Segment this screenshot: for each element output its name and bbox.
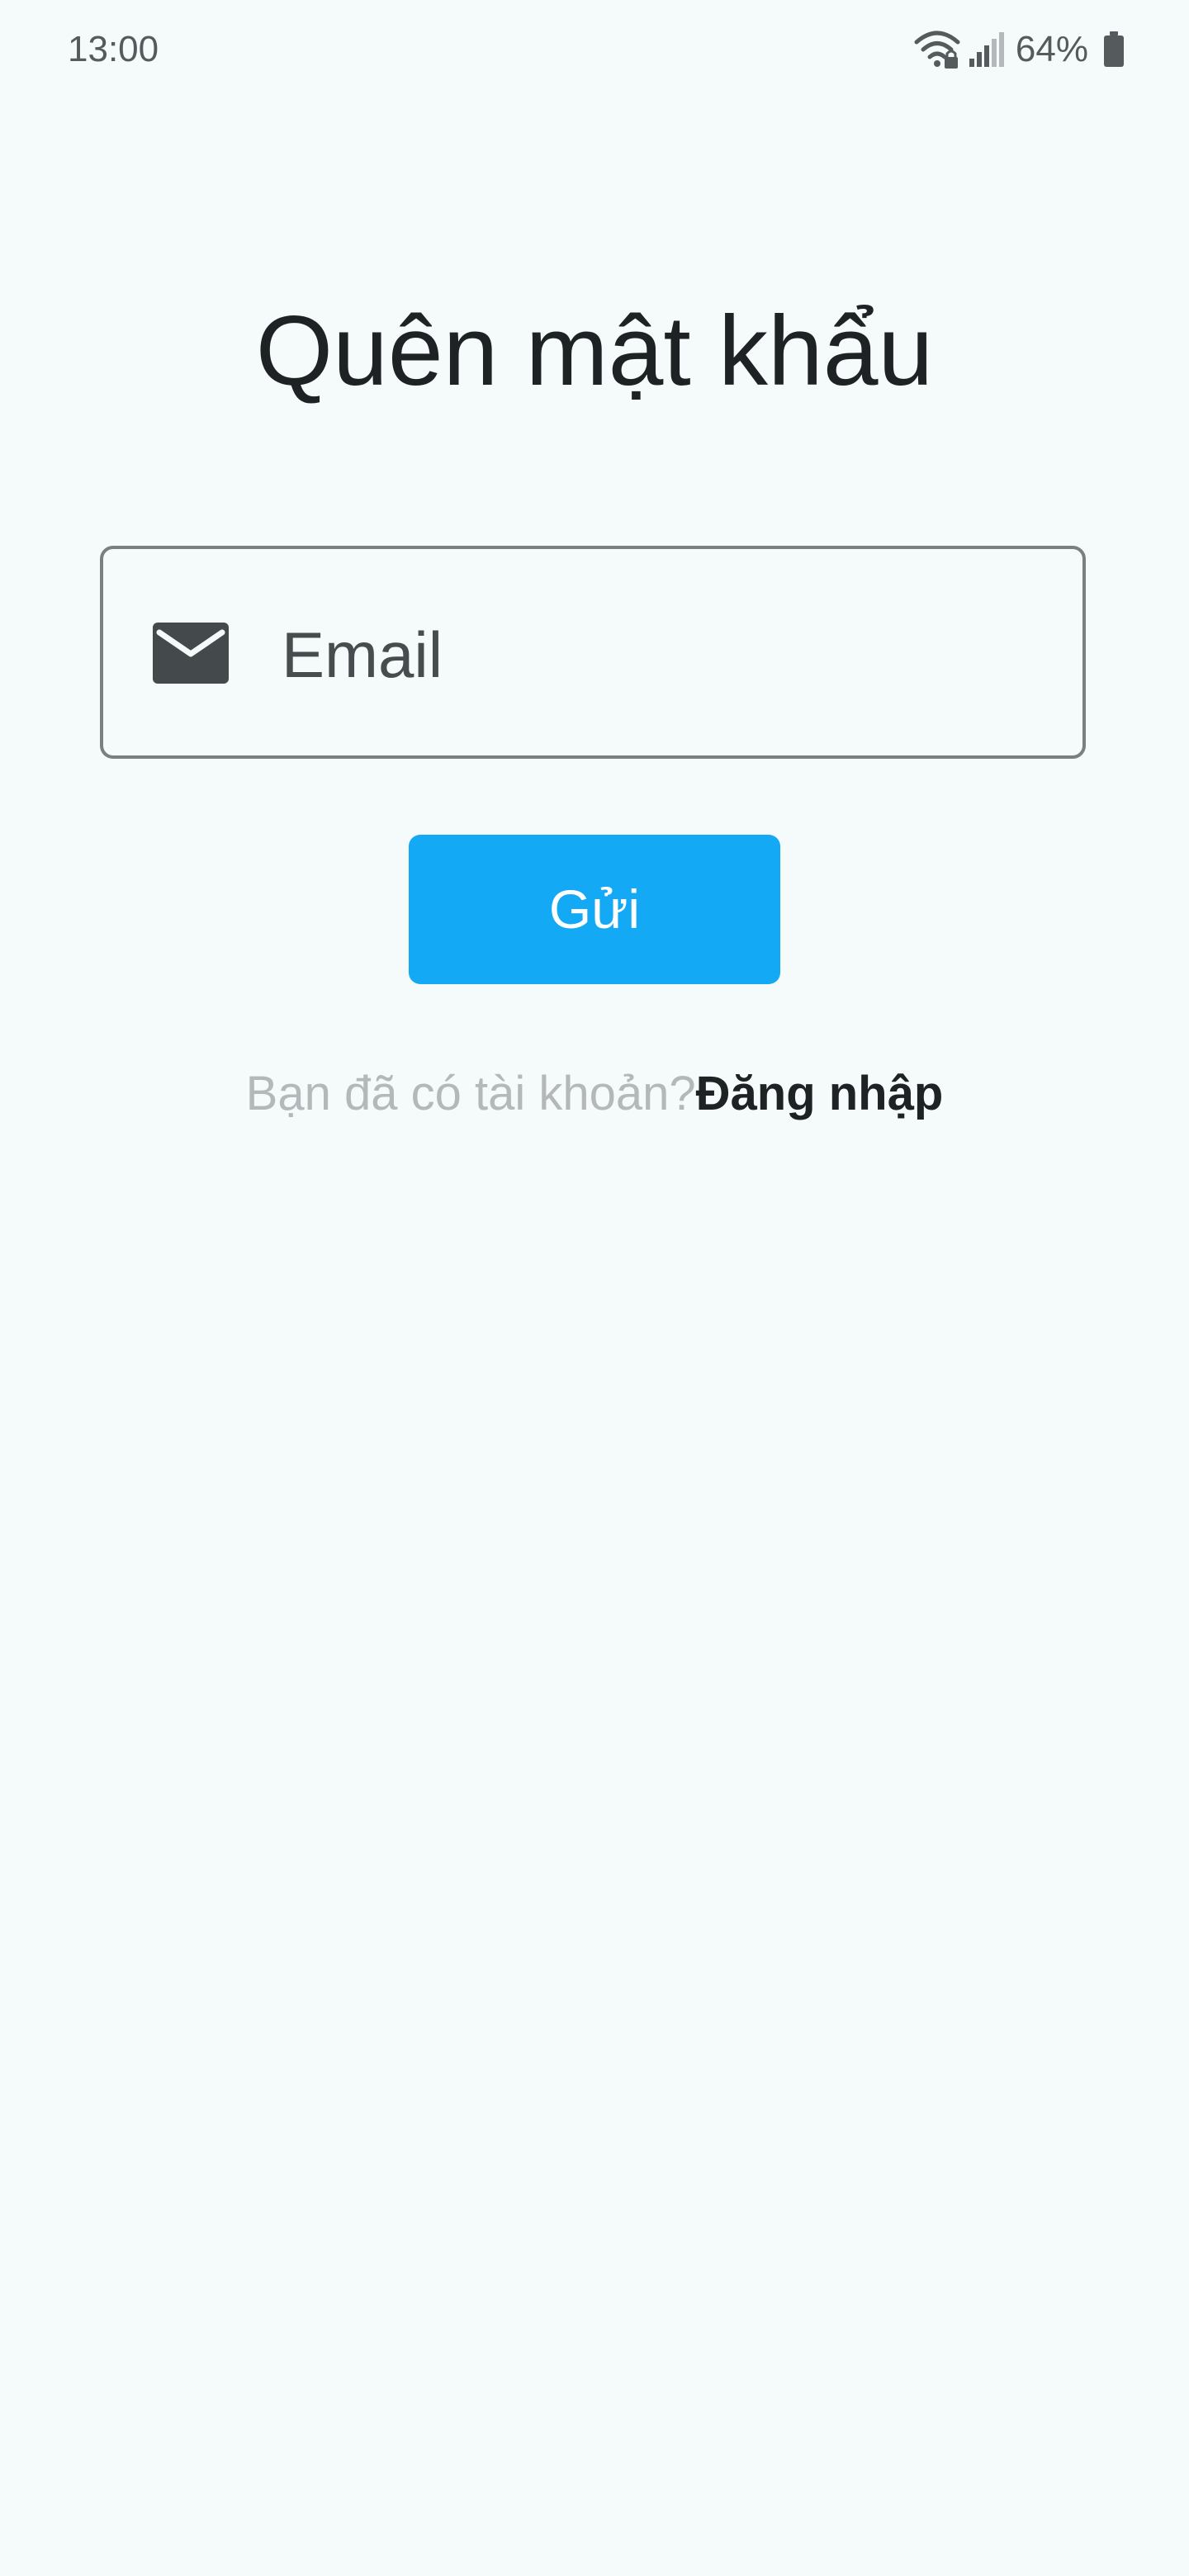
login-link[interactable]: Đăng nhập [696, 1067, 944, 1120]
status-bar: 13:00 64% [0, 0, 1189, 99]
battery-icon [1103, 31, 1125, 68]
page-title: Quên mật khẩu [255, 296, 934, 407]
status-icons: 64% [913, 23, 1125, 76]
login-prompt-text: Bạn đã có tài khoản? [245, 1067, 696, 1120]
wifi-icon [913, 29, 961, 70]
status-time: 13:00 [68, 29, 159, 69]
battery-percent: 64% [1015, 29, 1088, 69]
email-field[interactable]: Email [100, 546, 1086, 759]
mail-icon [153, 623, 229, 684]
signal-icon [968, 31, 1006, 69]
login-prompt-row: Bạn đã có tài khoản?Đăng nhập [0, 1061, 1189, 1127]
send-button[interactable]: Gửi [409, 835, 780, 984]
email-placeholder: Email [282, 618, 443, 691]
